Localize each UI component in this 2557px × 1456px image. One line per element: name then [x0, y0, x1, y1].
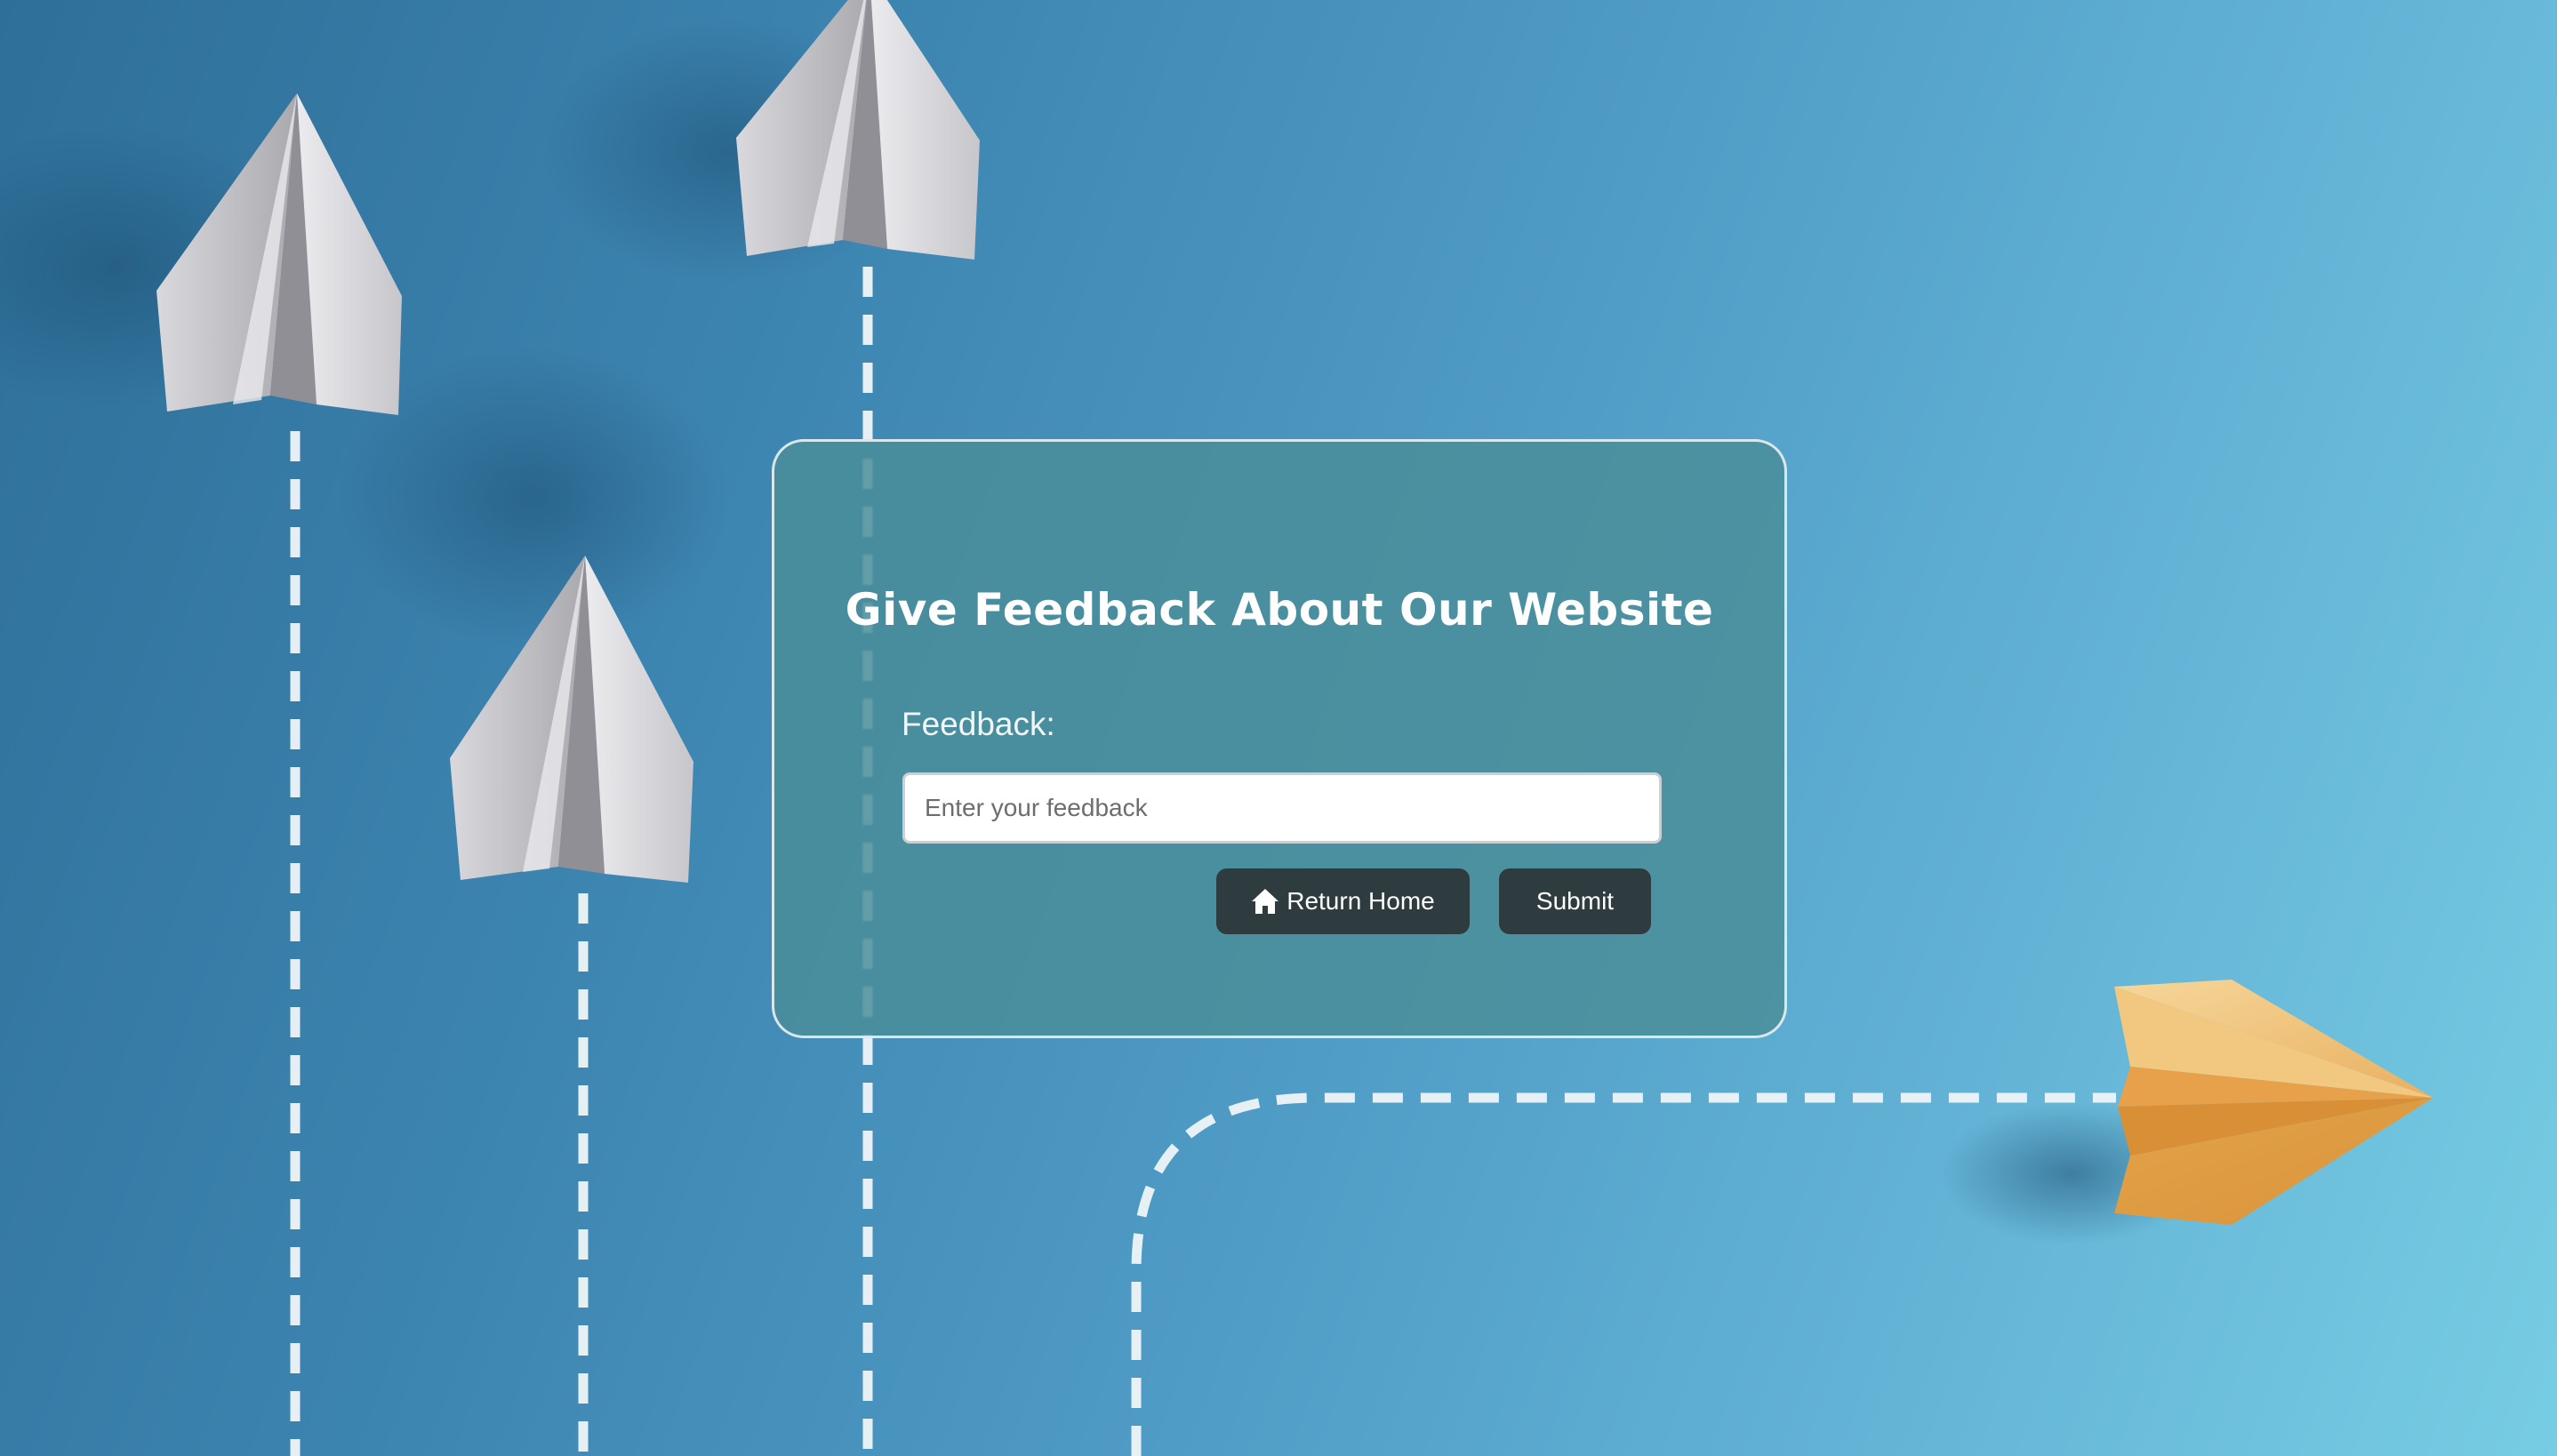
return-home-button[interactable]: Return Home — [1216, 868, 1470, 934]
submit-button[interactable]: Submit — [1499, 868, 1651, 934]
paper-plane-gold — [2114, 980, 2433, 1225]
home-icon — [1252, 889, 1279, 914]
page-title: Give Feedback About Our Website — [845, 584, 1714, 636]
feedback-input[interactable] — [902, 772, 1662, 844]
feedback-form-card: Give Feedback About Our Website Feedback… — [772, 439, 1787, 1038]
feedback-label: Feedback: — [902, 706, 1055, 742]
submit-label: Submit — [1535, 887, 1615, 915]
return-home-label: Return Home — [1287, 887, 1435, 915]
